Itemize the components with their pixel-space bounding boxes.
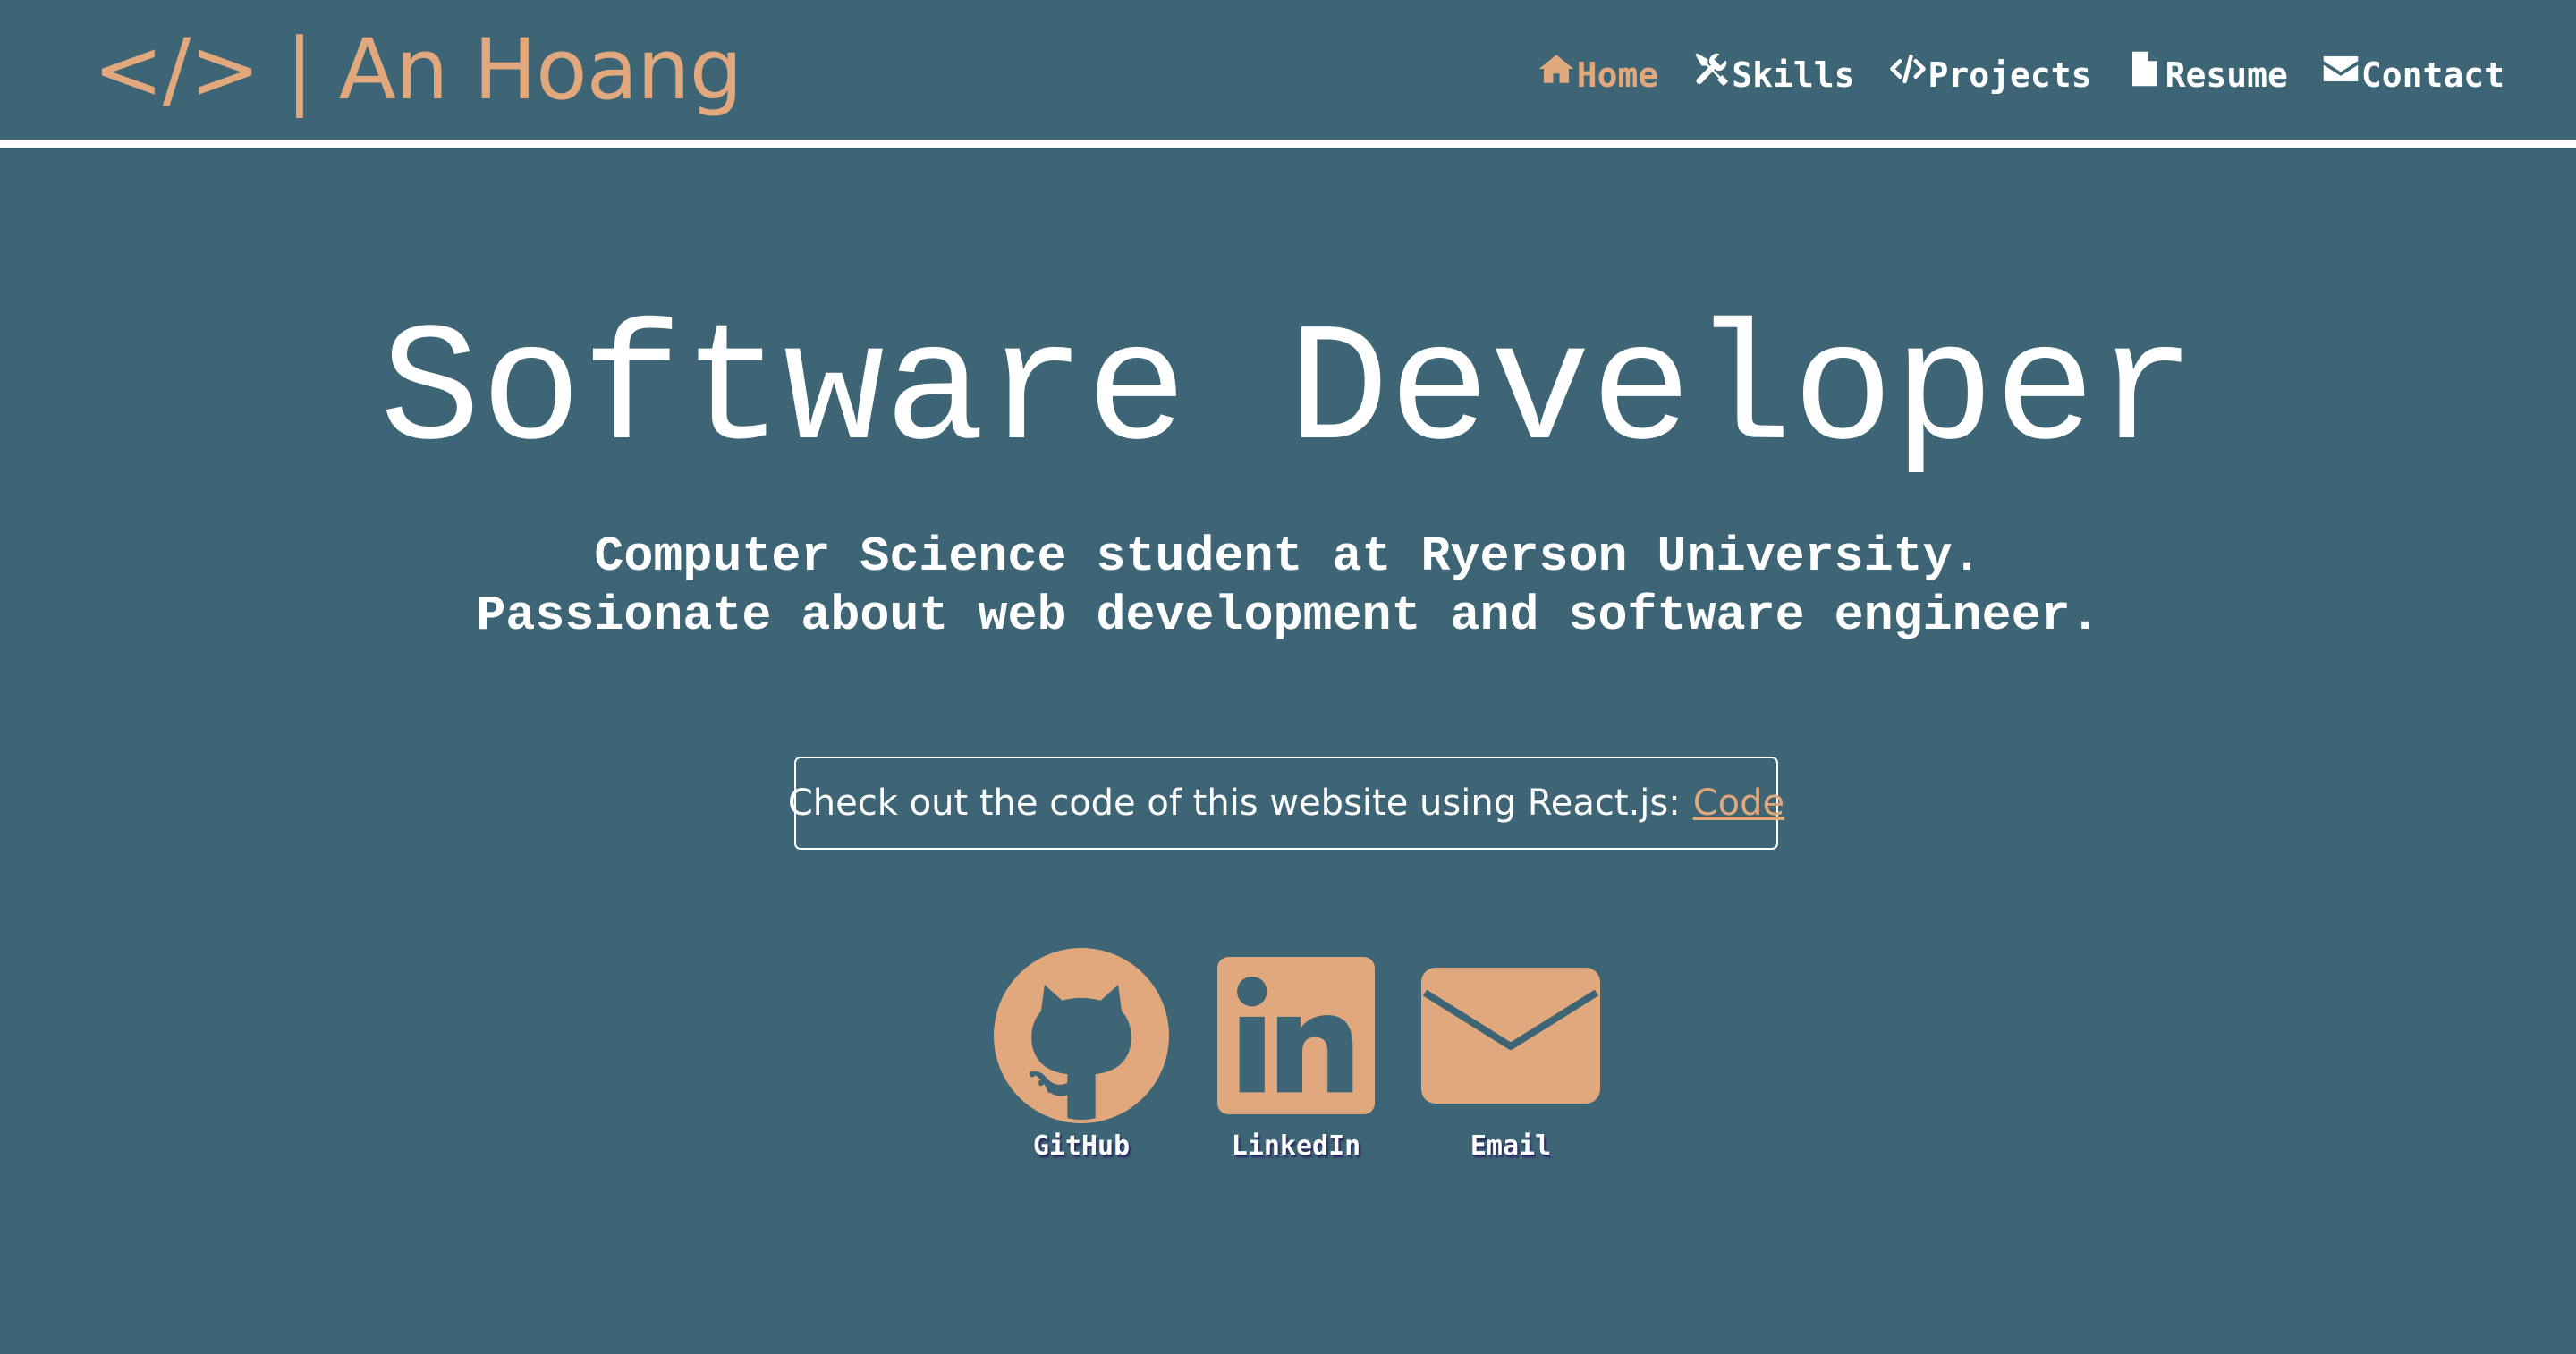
linkedin-label[interactable]: LinkedIn: [1232, 1130, 1361, 1162]
nav-label-skills: Skills: [1732, 55, 1855, 95]
code-link[interactable]: Code: [1693, 783, 1784, 824]
file-icon: [2126, 50, 2164, 88]
linkedin-icon[interactable]: [1207, 946, 1385, 1125]
github-label[interactable]: GitHub: [1033, 1130, 1130, 1162]
code-callout-text: Check out the code of this website using…: [787, 783, 1681, 824]
hero-title: Software Developer: [379, 298, 2197, 488]
nav-item-resume[interactable]: Resume: [2126, 50, 2288, 95]
hero-subtitle-line1: Computer Science student at Ryerson Univ…: [594, 529, 1982, 585]
hero-subtitle-line2: Passionate about web development and sof…: [476, 588, 2100, 644]
nav-label-contact: Contact: [2360, 55, 2504, 95]
home-icon: [1538, 50, 1575, 88]
social-links: GitHub LinkedIn Email: [0, 946, 2576, 1162]
social-email[interactable]: Email: [1420, 946, 1601, 1162]
nav-label-projects: Projects: [1928, 55, 2092, 95]
site-logo[interactable]: </> | An Hoang: [93, 13, 742, 129]
social-linkedin[interactable]: LinkedIn: [1206, 946, 1386, 1162]
email-label[interactable]: Email: [1470, 1130, 1551, 1162]
email-icon[interactable]: [1421, 946, 1600, 1125]
code-callout: Check out the code of this website using…: [788, 757, 1784, 850]
header-divider: [0, 140, 2576, 148]
code-icon: [1889, 50, 1927, 88]
nav-label-home: Home: [1576, 55, 1659, 95]
nav-item-contact[interactable]: Contact: [2322, 50, 2504, 95]
main-nav: Home Skills Projects Resume Contact: [1538, 32, 2504, 95]
hero-subtitle: Computer Science student at Ryerson Univ…: [0, 528, 2576, 646]
github-icon[interactable]: [992, 946, 1171, 1125]
envelope-icon: [2322, 50, 2360, 88]
site-header: </> | An Hoang Home Skills Projects Resu…: [0, 0, 2576, 140]
nav-item-skills[interactable]: Skills: [1692, 50, 1855, 95]
social-github[interactable]: GitHub: [991, 946, 1172, 1162]
tools-icon: [1692, 50, 1730, 88]
nav-item-home[interactable]: Home: [1538, 50, 1659, 95]
nav-label-resume: Resume: [2165, 55, 2288, 95]
nav-item-projects[interactable]: Projects: [1889, 50, 2092, 95]
